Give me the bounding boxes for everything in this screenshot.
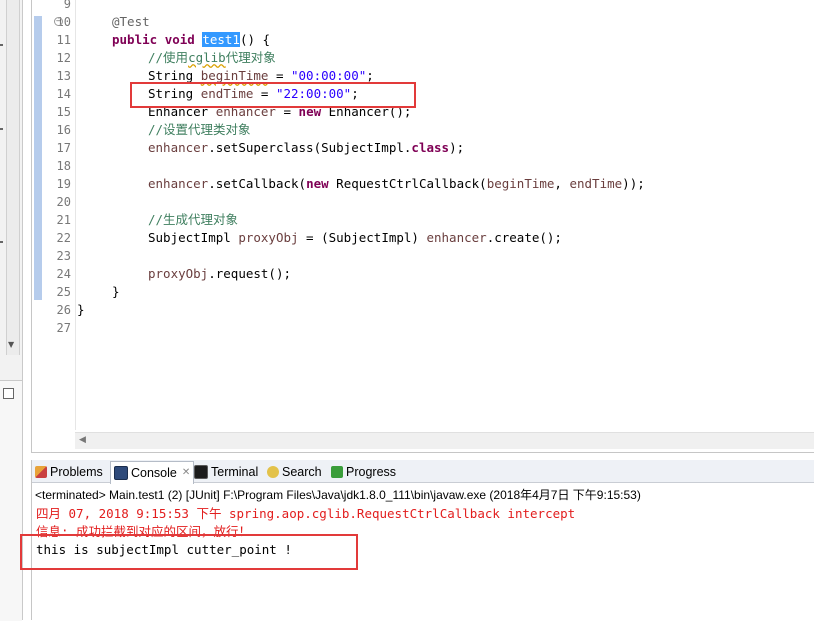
progress-icon — [331, 466, 343, 478]
method-range-marker — [34, 16, 42, 300]
code-line-16[interactable]: //设置代理类对象 — [148, 121, 251, 139]
line-number: 11 — [56, 33, 71, 47]
console-output-line[interactable]: 四月 07, 2018 9:15:53 下午 spring.aop.cglib.… — [36, 505, 575, 523]
line-number: 24 — [56, 267, 71, 281]
left-side-panel: ▼ — [0, 0, 23, 621]
line-number: 21 — [56, 213, 71, 227]
line-number: 25 — [56, 285, 71, 299]
line-number: 18 — [56, 159, 71, 173]
code-line-26[interactable]: } — [77, 301, 85, 319]
code-line-25[interactable]: } — [112, 283, 120, 301]
code-line-22[interactable]: SubjectImpl proxyObj = (SubjectImpl) enh… — [148, 229, 562, 247]
tree-tick — [0, 128, 3, 130]
highlight-box-endtime — [130, 82, 416, 108]
line-number: 17 — [56, 141, 71, 155]
left-bottom-panel — [0, 380, 22, 621]
line-number: 19 — [56, 177, 71, 191]
line-number-gutter: 9 10 11 12 13 14 15 16 17 18 19 20 21 22 23 24 25 26 27 — [45, 0, 76, 430]
left-panel-scrollbar[interactable]: ▼ — [6, 0, 20, 355]
console-process-status: <terminated> Main.test1 (2) [JUnit] F:\P… — [35, 488, 641, 502]
highlight-box-output — [20, 534, 358, 570]
code-line-11[interactable]: public void test1() { — [112, 31, 270, 49]
line-number: 14 — [56, 87, 71, 101]
bottom-views-panel: Problems Console ✕ Terminal Search Progr… — [20, 460, 814, 620]
close-icon[interactable]: ✕ — [182, 463, 190, 483]
line-number: 27 — [56, 321, 71, 335]
code-line-21[interactable]: //生成代理对象 — [148, 211, 238, 229]
code-line-24[interactable]: proxyObj.request(); — [148, 265, 291, 283]
line-number: 26 — [56, 303, 71, 317]
line-number: 23 — [56, 249, 71, 263]
console-icon — [114, 466, 128, 480]
problems-icon — [35, 466, 47, 478]
tab-search[interactable]: Search — [267, 462, 322, 482]
line-number: 9 — [63, 0, 71, 11]
tree-tick — [0, 241, 3, 243]
view-tab-bar: Problems Console ✕ Terminal Search Progr… — [32, 460, 814, 484]
tab-progress[interactable]: Progress — [331, 462, 396, 482]
tab-problems[interactable]: Problems — [35, 462, 103, 482]
line-number: 12 — [56, 51, 71, 65]
scroll-down-arrow-icon[interactable]: ▼ — [8, 340, 14, 349]
code-line-12[interactable]: //使用cglib代理对象 — [148, 49, 276, 67]
selected-method-name[interactable]: test1 — [202, 32, 240, 47]
fold-toggle-icon[interactable]: − — [54, 17, 63, 26]
code-line-10[interactable]: @Test — [112, 13, 150, 31]
line-number: 22 — [56, 231, 71, 245]
terminal-icon — [194, 465, 208, 479]
line-number: 15 — [56, 105, 71, 119]
tree-tick — [0, 44, 3, 46]
restore-icon[interactable] — [3, 388, 14, 399]
code-editor[interactable]: 9 10 11 12 13 14 15 16 17 18 19 20 21 22 23 24 25 26 27 − … — [31, 0, 814, 453]
tab-terminal[interactable]: Terminal — [194, 462, 258, 482]
line-number: 16 — [56, 123, 71, 137]
search-icon — [267, 466, 279, 478]
code-line-19[interactable]: enhancer.setCallback(new RequestCtrlCall… — [148, 175, 645, 193]
line-number: 20 — [56, 195, 71, 209]
scroll-left-arrow-icon[interactable]: ◀ — [79, 435, 86, 445]
line-number: 13 — [56, 69, 71, 83]
editor-horizontal-scrollbar[interactable]: ◀ — [75, 432, 814, 449]
tab-console[interactable]: Console ✕ — [110, 461, 195, 484]
code-line-17[interactable]: enhancer.setSuperclass(SubjectImpl.class… — [148, 139, 464, 157]
